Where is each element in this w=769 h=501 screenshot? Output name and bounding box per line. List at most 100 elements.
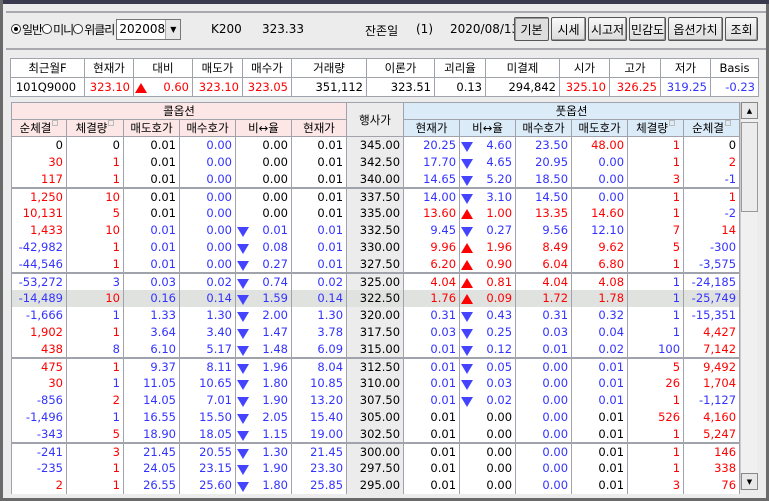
option-row[interactable]: 1,250 10 0.01 0.00 0.00 0.01 337.50 14.00 3.10 14… [11,187,741,205]
put-value: 5 [672,359,681,374]
call-cell: 1.30 [290,306,348,324]
option-row[interactable]: 0 0 0.01 0.00 0.00 0.01 345.00 20.25 4.60 23.50 48… [11,136,741,154]
put-col-header[interactable]: 매수호가 [515,119,573,137]
option-row[interactable]: -53,272 3 0.03 0.02 0.74 0.02 325.00 4.04 0.81 4.… [11,272,741,290]
call-value: 1.96 [262,359,288,374]
put-col-header[interactable]: 체결량 [627,119,685,137]
futures-value: 294,842 [508,80,556,94]
call-cell: 0.00 [235,153,292,171]
call-value: 1.80 [262,478,288,492]
put-cell: 1 [627,204,685,222]
call-value: -44,546 [18,256,63,271]
radio-mini[interactable]: 미니 [42,21,74,38]
call-col-header[interactable]: 비↔율 [235,119,292,137]
scrollbar-thumb[interactable] [741,122,758,212]
option-row[interactable]: 1,902 1 3.64 3.40 1.47 3.78 317.50 0.03 0.25 0.03… [11,323,741,341]
arrow-down-icon [237,244,249,254]
month-select[interactable]: 202008 ▼ [116,18,182,40]
call-col-header[interactable]: 순체결 [11,119,67,137]
option-row[interactable]: 10,131 5 0.01 0.00 0.00 0.01 335.00 13.60 1.00 13… [11,204,741,222]
call-value: 0.01 [317,206,344,220]
radio-dot[interactable] [11,24,21,34]
futures-header: 이론가 [366,58,435,78]
option-row[interactable]: 475 1 9.37 8.11 1.96 8.04 312.50 0.01 0.05 0.00 0.… [11,357,741,375]
greeks-button[interactable]: 민감도 [629,17,666,41]
call-cell: -241 [11,442,67,460]
ohlc-button[interactable]: 시고저 [588,17,627,41]
option-row[interactable]: -1,496 1 16.55 15.50 2.05 15.40 305.00 0.01 0.00… [11,408,741,426]
radio-dot[interactable] [42,24,53,34]
option-row[interactable]: -1,666 1 1.33 1.30 2.00 1.30 320.00 0.31 0.43 0.3… [11,306,741,324]
call-value: 23.15 [199,461,232,475]
call-col-header[interactable]: 체결량 [66,119,124,137]
scroll-down-icon[interactable]: ▼ [741,473,758,490]
futures-data-row[interactable]: 101Q9000 323.10 0.60 323.10 323.05 351,112 323… [10,77,759,97]
vertical-scrollbar[interactable]: ▲ ▼ [740,102,758,490]
call-value: 0.01 [317,223,344,237]
put-col-header[interactable]: 비↔율 [459,119,517,137]
option-row[interactable]: -343 5 18.90 18.05 1.15 19.00 302.50 0.01 0.00 0.… [11,425,741,444]
put-cell: 5 [627,357,685,375]
option-row[interactable]: -42,982 1 0.01 0.00 0.08 0.01 330.00 9.96 1.96 8.… [11,238,741,256]
call-value: 1.47 [262,325,288,339]
put-cell: 0.01 [403,442,461,460]
option-row[interactable]: 30 1 0.01 0.00 0.00 0.01 342.50 17.70 4.65 20.95 0… [11,153,741,171]
option-value-button[interactable]: 옵션가치 [668,17,723,41]
put-col-header[interactable]: 매도호가 [571,119,629,137]
filter-checkbox-icon[interactable] [108,120,115,126]
call-cell: 2 [11,476,67,494]
arrow-up-icon [461,294,474,304]
put-value: 1 [672,308,681,322]
put-cell: -15,351 [683,306,741,324]
call-col-header[interactable]: 현재가 [290,119,348,137]
call-cell: 2.05 [235,408,292,426]
arrow-up-icon [461,243,474,253]
put-cell: 0.02 [571,340,629,359]
call-col-header[interactable]: 매도호가 [123,119,180,137]
radio-weekly[interactable]: 위클리 [73,21,115,38]
call-cell: 15.40 [290,408,348,426]
option-row[interactable]: -235 1 24.05 23.15 1.90 23.30 297.50 0.01 0.00 0.… [11,459,741,477]
option-row[interactable]: -241 3 21.45 20.55 1.30 21.45 300.00 0.01 0.00 0.… [11,442,741,460]
radio-normal[interactable]: 일반 [11,21,43,38]
put-cell: 0.01 [571,459,629,477]
filter-checkbox-icon[interactable] [668,120,675,126]
option-row[interactable]: 1,433 10 0.01 0.00 0.01 0.01 332.50 9.45 0.27 9.5… [11,221,741,239]
option-row[interactable]: -44,546 1 0.01 0.00 0.27 0.01 327.50 6.20 0.90 6.… [11,255,741,274]
quote-button[interactable]: 시세 [551,17,586,41]
filter-checkbox-icon[interactable] [724,120,731,126]
put-value: 0.00 [542,461,569,475]
put-value: 0.01 [430,410,457,424]
arrow-down-icon [237,329,249,339]
option-row[interactable]: -14,489 10 0.16 0.14 1.59 0.14 322.50 1.76 0.09 1… [11,289,741,307]
scroll-up-icon[interactable]: ▲ [741,102,758,119]
put-col-header[interactable]: 현재가 [403,119,461,137]
call-cell: 1 [66,170,124,189]
put-value: 0.01 [598,478,625,492]
put-cell: 0.01 [403,340,461,359]
call-col-header[interactable]: 매수호가 [179,119,236,137]
option-row[interactable]: 117 1 0.01 0.00 0.00 0.01 340.00 14.65 5.20 18.50… [11,170,741,189]
radio-dot[interactable] [73,24,84,34]
option-row[interactable]: 438 8 6.10 5.17 1.48 6.09 315.00 0.01 0.12 0.01 0.… [11,340,741,359]
option-row[interactable]: 30 1 11.05 10.65 1.80 10.85 310.00 0.01 0.03 0.00… [11,374,741,392]
put-value: 9.96 [430,240,457,254]
put-cell: 0.02 [459,391,517,409]
call-cell: 7.01 [179,391,236,409]
basic-button[interactable]: 기본 [514,17,549,41]
filter-checkbox-icon[interactable] [52,120,59,126]
call-value: 8 [112,341,120,356]
call-cell: 0.02 [179,272,236,290]
call-cell: 0.01 [290,187,348,205]
call-value: 0.00 [262,138,288,153]
search-button[interactable]: 조회 [725,17,758,41]
chevron-down-icon[interactable]: ▼ [165,19,181,39]
option-row[interactable]: -856 2 14.05 7.01 1.90 13.20 307.50 0.01 0.02 0.0… [11,391,741,409]
call-value: -1,666 [25,308,63,322]
radio-label: 위클리 [84,22,115,37]
option-row[interactable]: 2 1 26.55 25.60 1.80 25.85 295.00 0.01 0.00 0.00 0… [11,476,741,494]
call-value: 438 [41,341,63,356]
call-cell: 0.02 [290,272,348,290]
put-value: 0.01 [430,444,457,459]
put-col-header[interactable]: 순체결 [683,119,741,137]
